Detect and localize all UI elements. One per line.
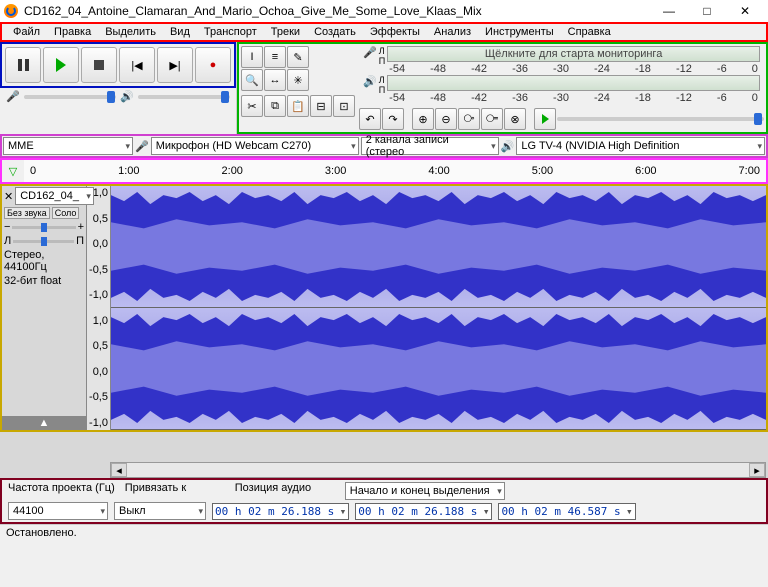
mute-button[interactable]: Без звука xyxy=(4,207,50,219)
track-format: Стерео, 44100Гц xyxy=(4,249,84,273)
project-rate-combo[interactable]: 44100 xyxy=(8,502,108,520)
record-button[interactable]: ● xyxy=(195,47,231,83)
device-toolbar: MME 🎤 Микрофон (HD Webcam C270) 2 канала… xyxy=(0,134,768,158)
timeline-play-icon: ▽ xyxy=(9,165,17,178)
menu-analyze[interactable]: Анализ xyxy=(427,24,478,40)
menu-help[interactable]: Справка xyxy=(561,24,618,40)
zoom-in-button[interactable]: ⊕ xyxy=(412,108,434,130)
scroll-left-arrow[interactable]: ◂ xyxy=(111,463,127,477)
skip-start-button[interactable]: |◀ xyxy=(119,47,155,83)
recording-volume-slider[interactable] xyxy=(24,95,116,99)
recording-meter[interactable]: Щёлкните для старта мониторинга xyxy=(387,46,760,62)
solo-button[interactable]: Соло xyxy=(52,207,80,219)
menu-file[interactable]: Файл xyxy=(6,24,47,40)
selection-end-field[interactable]: 00 h 02 m 46.587 s xyxy=(498,503,635,520)
recording-channels-combo[interactable]: 2 канала записи (стерео xyxy=(361,137,499,155)
zoom-toggle-button[interactable]: ⊗ xyxy=(504,108,526,130)
close-button[interactable]: ✕ xyxy=(726,0,764,22)
track-bits: 32-бит float xyxy=(4,275,61,287)
snap-to-combo[interactable]: Выкл xyxy=(114,502,206,520)
vertical-scale: 1,00,50,0-0,5-1,01,00,50,0-0,5-1,0 xyxy=(87,186,111,430)
pause-button[interactable] xyxy=(5,47,41,83)
horizontal-scrollbar[interactable]: ◂ ▸ xyxy=(110,462,766,478)
pan-slider[interactable] xyxy=(13,240,74,243)
trim-button[interactable]: ⊟ xyxy=(310,95,332,117)
selection-tool[interactable]: I xyxy=(241,46,263,68)
waveform[interactable] xyxy=(111,186,766,430)
scroll-right-arrow[interactable]: ▸ xyxy=(749,463,765,477)
gain-slider[interactable] xyxy=(12,226,75,229)
speaker-icon: 🔊 xyxy=(120,90,134,103)
recording-device-combo[interactable]: Микрофон (HD Webcam C270) xyxy=(151,137,359,155)
app-icon xyxy=(4,4,18,18)
menu-generate[interactable]: Создать xyxy=(307,24,363,40)
transport-toolbar: |◀ ▶| ● xyxy=(0,42,236,88)
playback-meter[interactable] xyxy=(387,75,760,91)
cut-button[interactable]: ✂ xyxy=(241,95,263,117)
menu-effects[interactable]: Эффекты xyxy=(363,24,427,40)
silence-button[interactable]: ⊡ xyxy=(333,95,355,117)
status-bar: Остановлено. xyxy=(0,524,768,542)
mic-meter-icon: 🎤 xyxy=(363,46,377,75)
selection-toolbar: Частота проекта (Гц) Привязать к Позиция… xyxy=(0,478,768,524)
selection-start-field[interactable]: 00 h 02 m 26.188 s xyxy=(355,503,492,520)
tools-toolbar: I ≡ ✎ 🔍 ↔ ✳ ✂ ⧉ 📋 ⊟ ⊡ 🎤 ЛП xyxy=(237,42,768,134)
menu-edit[interactable]: Правка xyxy=(47,24,98,40)
menu-bar: Файл Правка Выделить Вид Транспорт Треки… xyxy=(0,22,768,42)
menu-view[interactable]: Вид xyxy=(163,24,197,40)
playback-volume-slider[interactable] xyxy=(138,95,230,99)
mic-device-icon: 🎤 xyxy=(135,140,149,153)
mic-icon: 🎤 xyxy=(6,90,20,103)
zoom-tool[interactable]: 🔍 xyxy=(241,69,263,91)
timeline[interactable]: ▽ 01:002:003:004:005:006:007:00 xyxy=(0,158,768,184)
menu-tools[interactable]: Инструменты xyxy=(478,24,561,40)
copy-button[interactable]: ⧉ xyxy=(264,95,286,117)
maximize-button[interactable]: □ xyxy=(688,0,726,22)
stop-button[interactable] xyxy=(81,47,117,83)
snap-to-label: Привязать к xyxy=(125,482,225,500)
playback-device-combo[interactable]: LG TV-4 (NVIDIA High Definition xyxy=(516,137,765,155)
track-control-panel: ✕CD162_04_ Без звукаСоло −+ ЛП Стерео, 4… xyxy=(2,186,87,430)
skip-end-button[interactable]: ▶| xyxy=(157,47,193,83)
draw-tool[interactable]: ✎ xyxy=(287,46,309,68)
selection-mode-combo[interactable]: Начало и конец выделения xyxy=(345,482,505,500)
track-area: ✕CD162_04_ Без звукаСоло −+ ЛП Стерео, 4… xyxy=(0,184,768,432)
audio-position-field[interactable]: 00 h 02 m 26.188 s xyxy=(212,503,349,520)
audio-position-label: Позиция аудио xyxy=(235,482,335,500)
play-at-speed-button[interactable] xyxy=(534,108,556,130)
track-menu[interactable]: CD162_04_ xyxy=(15,187,94,205)
audio-host-combo[interactable]: MME xyxy=(3,137,133,155)
speaker-device-icon: 🔊 xyxy=(501,140,515,153)
play-button[interactable] xyxy=(43,47,79,83)
minimize-button[interactable]: — xyxy=(650,0,688,22)
project-rate-label: Частота проекта (Гц) xyxy=(8,482,115,500)
menu-tracks[interactable]: Треки xyxy=(264,24,307,40)
fit-selection-button[interactable]: ⧂ xyxy=(458,108,480,130)
window-title: CD162_04_Antoine_Clamaran_And_Mario_Ocho… xyxy=(24,4,650,18)
menu-select[interactable]: Выделить xyxy=(98,24,163,40)
paste-button[interactable]: 📋 xyxy=(287,95,309,117)
timeshift-tool[interactable]: ↔ xyxy=(264,69,286,91)
collapse-button[interactable]: ▲ xyxy=(2,416,86,430)
envelope-tool[interactable]: ≡ xyxy=(264,46,286,68)
speaker-meter-icon: 🔊 xyxy=(363,75,377,104)
redo-button[interactable]: ↷ xyxy=(382,108,404,130)
playback-speed-slider[interactable] xyxy=(557,117,764,121)
fit-project-button[interactable]: ⧃ xyxy=(481,108,503,130)
zoom-out-button[interactable]: ⊖ xyxy=(435,108,457,130)
undo-button[interactable]: ↶ xyxy=(359,108,381,130)
menu-transport[interactable]: Транспорт xyxy=(197,24,264,40)
multi-tool[interactable]: ✳ xyxy=(287,69,309,91)
